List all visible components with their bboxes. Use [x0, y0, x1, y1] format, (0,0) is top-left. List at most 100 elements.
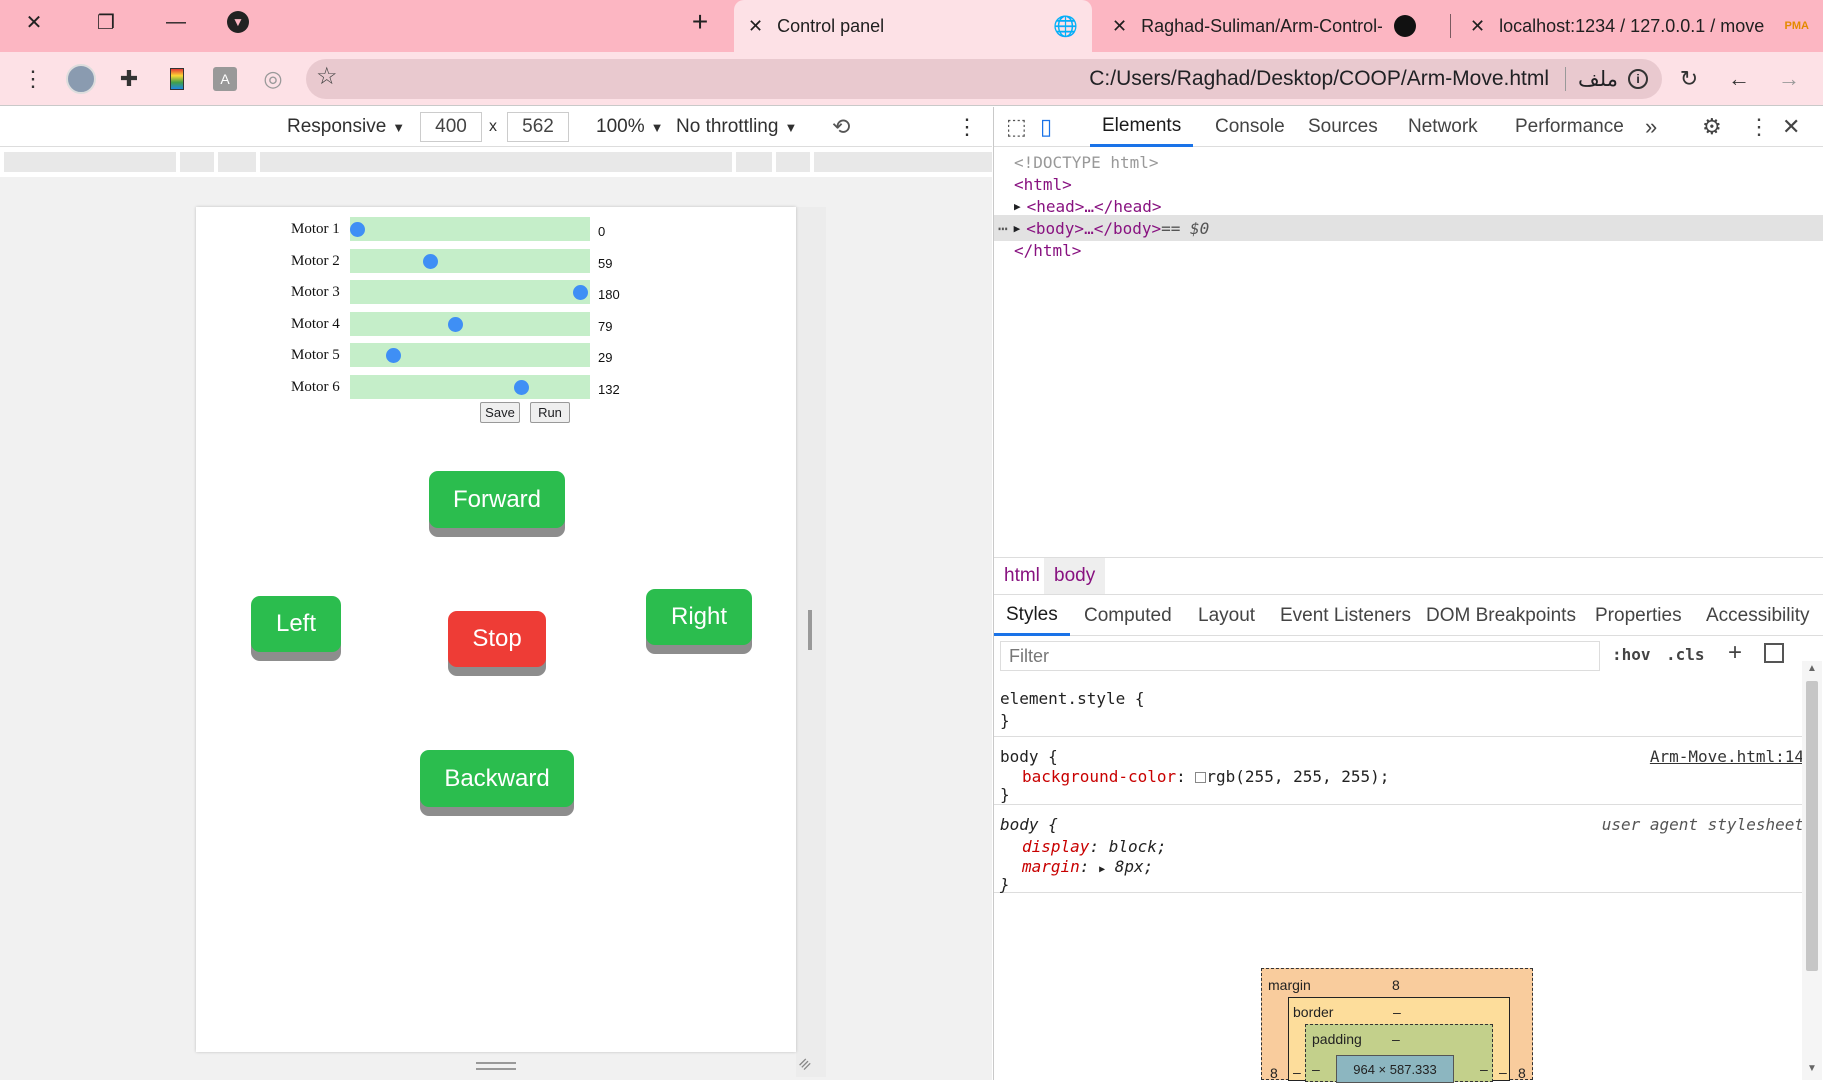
tab-control-panel[interactable]: ✕ Control panel 🌐: [734, 0, 1092, 52]
profile-avatar[interactable]: [64, 62, 98, 96]
content-box[interactable]: 964 × 587.333: [1336, 1055, 1454, 1083]
scrollbar-thumb[interactable]: [1806, 681, 1818, 971]
back-icon[interactable]: ←: [1722, 62, 1756, 96]
resize-handle-bottom[interactable]: [476, 1062, 516, 1070]
border-top-value[interactable]: –: [1393, 1004, 1401, 1020]
viewport-height-input[interactable]: 562: [507, 112, 569, 142]
minimize-window-icon[interactable]: —: [146, 0, 206, 44]
motor-slider[interactable]: [350, 311, 590, 336]
reload-icon[interactable]: ↻: [1672, 62, 1706, 96]
dom-ellipsis-icon[interactable]: ⋯: [998, 219, 1008, 238]
border-left-value[interactable]: –: [1293, 1064, 1301, 1080]
margin-left-value[interactable]: 8: [1270, 1065, 1278, 1081]
address-url[interactable]: C:/Users/Raghad/Desktop/COOP/Arm-Move.ht…: [1089, 67, 1549, 91]
tab-properties[interactable]: Properties: [1595, 596, 1682, 636]
left-button[interactable]: Left: [251, 596, 341, 652]
rule-source-link[interactable]: Arm-Move.html:14: [1650, 747, 1804, 766]
slider-thumb[interactable]: [573, 285, 588, 300]
scroll-down-icon[interactable]: ▼: [1807, 1063, 1817, 1074]
device-toggle-icon[interactable]: ▯: [1040, 107, 1052, 147]
motor-slider[interactable]: [350, 280, 590, 304]
tab-console[interactable]: Console: [1215, 107, 1285, 147]
restore-window-icon[interactable]: ❐: [76, 0, 136, 44]
run-button[interactable]: Run: [530, 402, 570, 423]
tab-elements[interactable]: Elements: [1090, 107, 1194, 147]
slider-thumb[interactable]: [385, 348, 401, 363]
more-tabs-icon[interactable]: »: [1645, 107, 1657, 147]
backward-button[interactable]: Backward: [420, 750, 574, 807]
motor-slider[interactable]: [350, 374, 590, 399]
zoom-select[interactable]: 100% ▼: [596, 107, 663, 147]
slider-thumb[interactable]: [423, 253, 439, 269]
tab-performance[interactable]: Performance: [1515, 107, 1624, 147]
scroll-up-icon[interactable]: ▲: [1807, 663, 1817, 674]
tab-event-listeners[interactable]: Event Listeners: [1280, 596, 1411, 636]
viewport-width-input[interactable]: 400: [420, 112, 482, 142]
rule-selector[interactable]: element.style {: [1000, 689, 1145, 708]
tab-accessibility[interactable]: Accessibility: [1706, 596, 1809, 636]
throttling-select[interactable]: No throttling ▼: [676, 107, 797, 147]
tab-computed[interactable]: Computed: [1084, 596, 1172, 636]
menu-dots-icon[interactable]: ⋮: [16, 62, 50, 96]
motor-slider[interactable]: [350, 217, 590, 241]
bookmark-star-icon[interactable]: ☆: [316, 62, 338, 91]
tab-sources[interactable]: Sources: [1308, 107, 1378, 147]
site-info-icon[interactable]: i: [1628, 69, 1648, 89]
motor-slider[interactable]: [350, 248, 590, 273]
tab-layout[interactable]: Layout: [1198, 596, 1255, 636]
slider-thumb[interactable]: [447, 316, 463, 332]
new-rule-icon[interactable]: +: [1728, 639, 1742, 667]
rule-declaration[interactable]: background-color: rgb(255, 255, 255);: [1022, 767, 1389, 786]
extension-color-icon[interactable]: [160, 62, 194, 96]
cls-toggle[interactable]: .cls: [1666, 645, 1705, 664]
save-button[interactable]: Save: [480, 402, 520, 423]
devtools-menu-icon[interactable]: ⋮: [1748, 107, 1770, 147]
rotate-icon[interactable]: ⟲: [832, 107, 850, 147]
media-query-bar[interactable]: [0, 148, 992, 176]
close-tab-icon[interactable]: ✕: [748, 16, 763, 37]
tab-search-icon[interactable]: ▼: [208, 0, 268, 44]
color-swatch[interactable]: [1195, 772, 1207, 783]
padding-right-value[interactable]: –: [1480, 1061, 1488, 1077]
more-options-icon[interactable]: ⋮: [956, 107, 978, 147]
tab-dom-breakpoints[interactable]: DOM Breakpoints: [1426, 596, 1576, 636]
settings-gear-icon[interactable]: ⚙: [1702, 107, 1722, 147]
tab-network[interactable]: Network: [1408, 107, 1478, 147]
margin-top-value[interactable]: 8: [1392, 977, 1400, 993]
breadcrumb-body[interactable]: body: [1044, 558, 1106, 594]
tab-styles[interactable]: Styles: [994, 596, 1070, 636]
close-tab-icon[interactable]: ✕: [1470, 16, 1485, 37]
right-button[interactable]: Right: [646, 589, 752, 645]
tab-github[interactable]: ✕ Raghad-Suliman/Arm-Control-Ta: [1098, 0, 1428, 52]
border-right-value[interactable]: –: [1499, 1064, 1507, 1080]
forward-icon[interactable]: →: [1772, 62, 1806, 96]
address-bar[interactable]: ☆ C:/Users/Raghad/Desktop/COOP/Arm-Move.…: [306, 59, 1662, 99]
forward-button[interactable]: Forward: [429, 471, 565, 528]
close-devtools-icon[interactable]: ✕: [1782, 107, 1800, 147]
padding-top-value[interactable]: –: [1392, 1031, 1400, 1047]
expand-arrow-icon[interactable]: ▶: [1099, 864, 1105, 875]
resize-handle-right[interactable]: [808, 610, 812, 650]
padding-left-value[interactable]: –: [1312, 1061, 1320, 1077]
close-tab-icon[interactable]: ✕: [1112, 16, 1127, 37]
styles-filter-input[interactable]: Filter: [1000, 641, 1600, 671]
hov-toggle[interactable]: :hov: [1612, 645, 1651, 664]
close-window-icon[interactable]: ✕: [4, 0, 64, 44]
new-tab-icon[interactable]: +: [670, 0, 730, 44]
slider-thumb[interactable]: [350, 222, 365, 237]
slider-thumb[interactable]: [513, 379, 529, 395]
motor-slider[interactable]: [350, 343, 590, 367]
extension-pdf-icon[interactable]: A: [208, 62, 242, 96]
expand-arrow-icon[interactable]: ▶: [1014, 200, 1021, 213]
expand-arrow-icon[interactable]: ▶: [1014, 222, 1021, 235]
toggle-sidebar-icon[interactable]: [1764, 643, 1784, 663]
styles-scrollbar[interactable]: ▲ ▼: [1802, 661, 1822, 1080]
stop-button[interactable]: Stop: [448, 611, 546, 667]
breadcrumb-html[interactable]: html: [994, 558, 1050, 594]
device-mode-select[interactable]: Responsive ▼: [287, 107, 405, 147]
dom-html-close[interactable]: </html>: [1014, 237, 1081, 263]
extension-circle-icon[interactable]: ◎: [256, 62, 290, 96]
extensions-icon[interactable]: ✚: [112, 62, 146, 96]
inspect-element-icon[interactable]: ⬚: [1006, 107, 1027, 147]
tab-phpmyadmin[interactable]: ✕ localhost:1234 / 127.0.0.1 / move PMA: [1456, 0, 1823, 52]
